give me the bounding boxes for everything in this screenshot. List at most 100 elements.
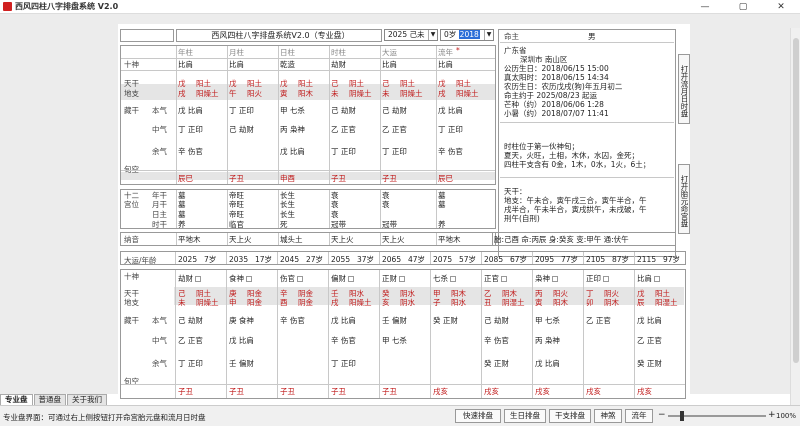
analysis-line: 时柱位于第一伙神旬； — [504, 142, 579, 151]
pillar-canggan-1: 己 劫财 — [331, 106, 356, 115]
tab-professional[interactable]: 专业盘 — [0, 394, 33, 405]
dayun-checkbox[interactable] — [654, 276, 660, 282]
dayun-checkbox[interactable] — [399, 276, 405, 282]
zoom-in-button[interactable]: + — [768, 410, 776, 420]
info-line: 真太阳时：2018/06/15 14:34 — [504, 73, 609, 82]
maximize-button[interactable]: ▢ — [724, 0, 762, 14]
column-divider — [329, 46, 330, 184]
dayun-checkbox[interactable] — [603, 276, 609, 282]
dayun-gan-wuxing: 阳木 — [451, 289, 466, 298]
pillar-shier-2: 墓 — [438, 200, 446, 209]
column-divider — [227, 190, 228, 228]
dayun-gan: 癸 — [382, 289, 390, 298]
dayun-checkbox[interactable] — [501, 276, 507, 282]
tab-about[interactable]: 关于我们 — [67, 394, 107, 405]
dayun-checkbox[interactable] — [297, 276, 303, 282]
label-tiangan: 天干 — [124, 79, 139, 88]
pillar-shishen: 劫财 — [331, 60, 346, 69]
dayun-gan-wuxing: 阴火 — [604, 289, 619, 298]
pillar-canggan-1: 戊 比肩 — [438, 106, 463, 115]
dayun-age: 47岁 — [408, 255, 426, 264]
dayun-canggan-2: 乙 正官 — [637, 336, 662, 345]
vertical-scrollbar[interactable] — [790, 28, 800, 408]
dayun-gan-wuxing: 阴土 — [196, 289, 211, 298]
dayun-shishen: 比肩 — [637, 274, 660, 283]
dayun-year: 2065 — [382, 255, 402, 264]
quick-chart-button[interactable]: 快速排盘 — [455, 409, 501, 423]
pillar-gan-wuxing: 阴土 — [400, 79, 415, 88]
column-divider — [436, 233, 437, 245]
tab-normal[interactable]: 普通盘 — [33, 394, 66, 405]
zoom-out-button[interactable]: − — [658, 410, 666, 420]
dayun-gan: 辛 — [280, 289, 288, 298]
dayun-canggan-1: 戊 比肩 — [637, 316, 662, 325]
dayun-checkbox[interactable] — [552, 276, 558, 282]
pillar-shier-2: 帝旺 — [229, 200, 244, 209]
pillar-gan-wuxing: 阳土 — [196, 79, 211, 88]
row-divider — [121, 384, 685, 385]
dayun-age: 17岁 — [255, 255, 273, 264]
dayun-checkbox[interactable] — [195, 276, 201, 282]
pillar-shier-1: 衰 — [382, 191, 390, 200]
minimize-button[interactable]: — — [686, 0, 724, 14]
label-yuqi: 余气 — [152, 147, 167, 156]
dayun-zhi-wuxing: 阳木 — [553, 298, 568, 307]
column-divider — [176, 46, 177, 184]
label-zhongqi: 中气 — [152, 125, 167, 134]
pillar-xunkong: 子丑 — [382, 174, 397, 183]
province-text: 广东省 — [504, 46, 527, 55]
open-liuyue-button[interactable]: 打开流月日时盘 — [678, 54, 690, 124]
info-line: 公历生日：2018/06/15 15:00 — [504, 64, 609, 73]
dayun-xunkong: 戌亥 — [484, 387, 499, 396]
dayun-zhi-wuxing: 阳湿土 — [655, 298, 678, 307]
zoom-level: 100% — [776, 412, 797, 420]
close-button[interactable]: ✕ — [762, 0, 800, 14]
liunian-button[interactable]: 流年 — [625, 409, 653, 423]
dayun-year: 2095 — [535, 255, 555, 264]
dayun-canggan-2: 戊 比肩 — [229, 336, 254, 345]
pillar-xunkong: 辰巳 — [178, 174, 193, 183]
dayun-zhi: 申 — [229, 298, 237, 307]
year-select[interactable]: 2025 己未 ▼ — [384, 29, 438, 41]
dayun-gan-wuxing: 阳土 — [655, 289, 670, 298]
column-divider — [226, 270, 227, 398]
dayun-gan-wuxing: 阴金 — [298, 289, 313, 298]
pillar-gan-wuxing: 阳土 — [298, 79, 313, 88]
pillar-shier-1: 帝旺 — [229, 191, 244, 200]
mingzhu-label: 命主 — [504, 32, 519, 41]
pillar-shishen: 比肩 — [229, 60, 244, 69]
zoom-slider-thumb[interactable] — [680, 411, 684, 421]
pillar-canggan-2: 丁 正印 — [178, 125, 203, 134]
pillar-gan-wuxing: 阳土 — [247, 79, 262, 88]
column-divider — [481, 252, 482, 264]
pillar-xunkong: 辰巳 — [438, 174, 453, 183]
row-divider — [121, 70, 495, 71]
dayun-checkbox[interactable] — [450, 276, 456, 282]
shensha-button[interactable]: 神煞 — [594, 409, 622, 423]
summary-frame — [492, 232, 676, 246]
ganzhi-chart-button[interactable]: 干支排盘 — [549, 409, 591, 423]
column-divider — [176, 190, 177, 228]
age-select[interactable]: 0岁 2018 ▼ — [440, 29, 494, 41]
scrollbar-thumb[interactable] — [793, 38, 799, 363]
dayun-canggan-1: 乙 正官 — [586, 316, 611, 325]
column-divider — [380, 233, 381, 245]
pillar-canggan-1: 戊 比肩 — [178, 106, 203, 115]
pillar-zhi-wuxing: 阴燥土 — [349, 89, 372, 98]
dayun-checkbox[interactable] — [348, 276, 354, 282]
dayun-zhi-wuxing: 阴金 — [298, 298, 313, 307]
dayun-xunkong: 子丑 — [229, 387, 244, 396]
dayun-label-benqi: 本气 — [152, 316, 167, 325]
dayun-xunkong: 子丑 — [178, 387, 193, 396]
chevron-down-icon: ▼ — [428, 30, 437, 40]
open-taiyuan-button[interactable]: 打开胎元命宫盘 — [678, 164, 690, 234]
dayun-checkbox[interactable] — [246, 276, 252, 282]
column-divider — [278, 233, 279, 245]
dayun-zhi: 丑 — [484, 298, 492, 307]
column-divider — [436, 46, 437, 184]
dayun-xunkong: 子丑 — [382, 387, 397, 396]
column-divider — [634, 270, 635, 398]
dayun-zhi: 亥 — [382, 298, 390, 307]
birthday-chart-button[interactable]: 生日排盘 — [504, 409, 546, 423]
dayun-zhi: 未 — [178, 298, 186, 307]
